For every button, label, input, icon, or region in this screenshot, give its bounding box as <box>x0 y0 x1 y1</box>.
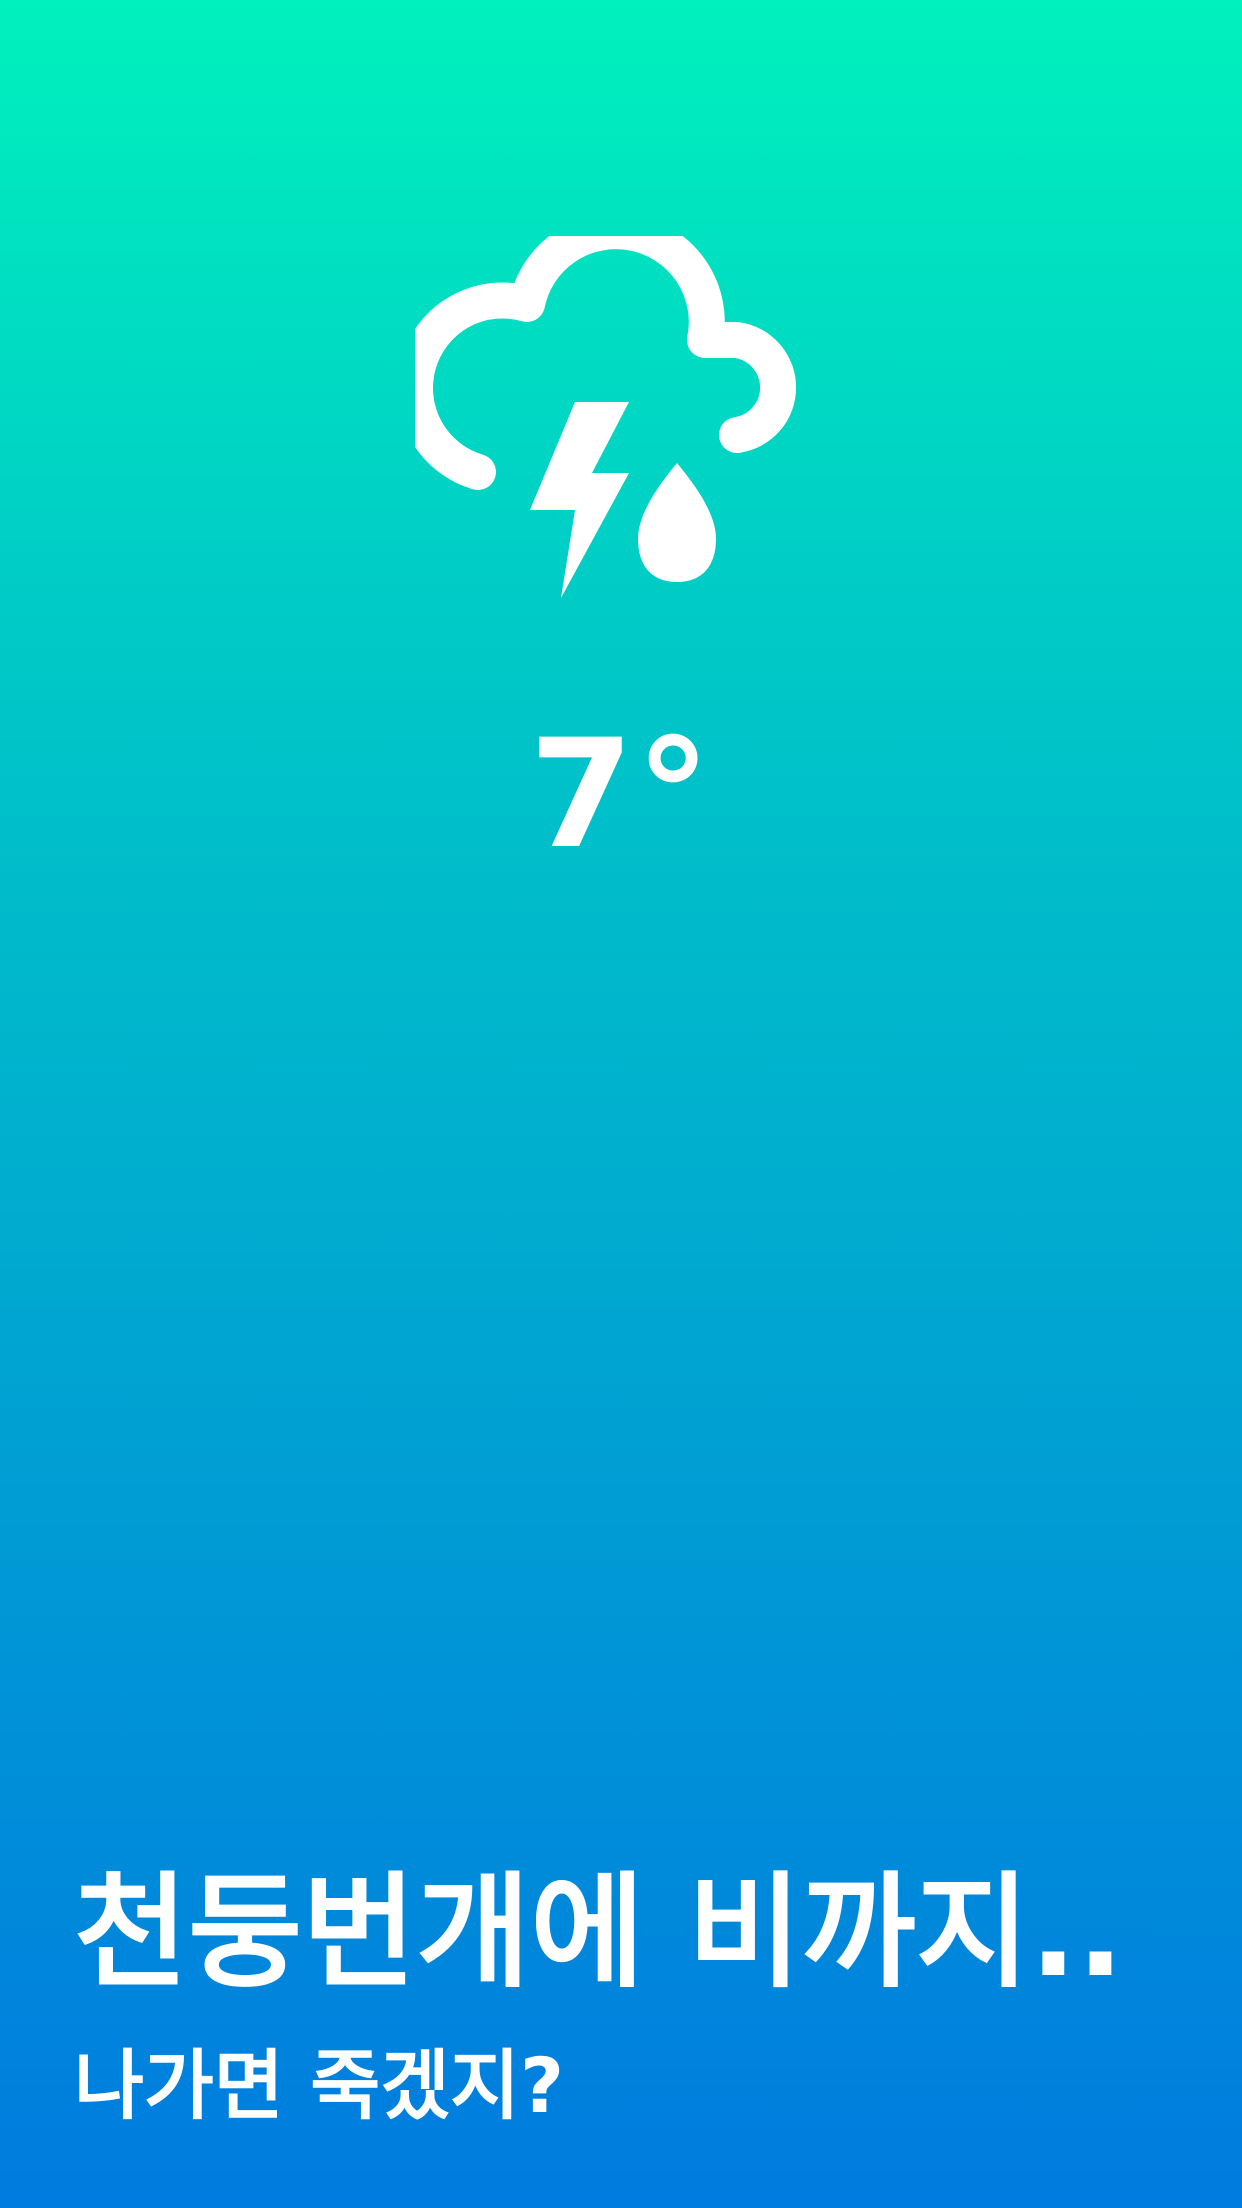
weather-screen: 7° 천둥번개에 비까지.. 나가면 죽겠지? <box>0 0 1242 2208</box>
cloud-lightning-rain-icon <box>415 236 825 606</box>
weather-headline: 천둥번개에 비까지.. <box>74 1861 1125 2005</box>
weather-subline: 나가면 죽겠지? <box>74 2041 565 2130</box>
temperature-value: 7° <box>529 708 713 882</box>
